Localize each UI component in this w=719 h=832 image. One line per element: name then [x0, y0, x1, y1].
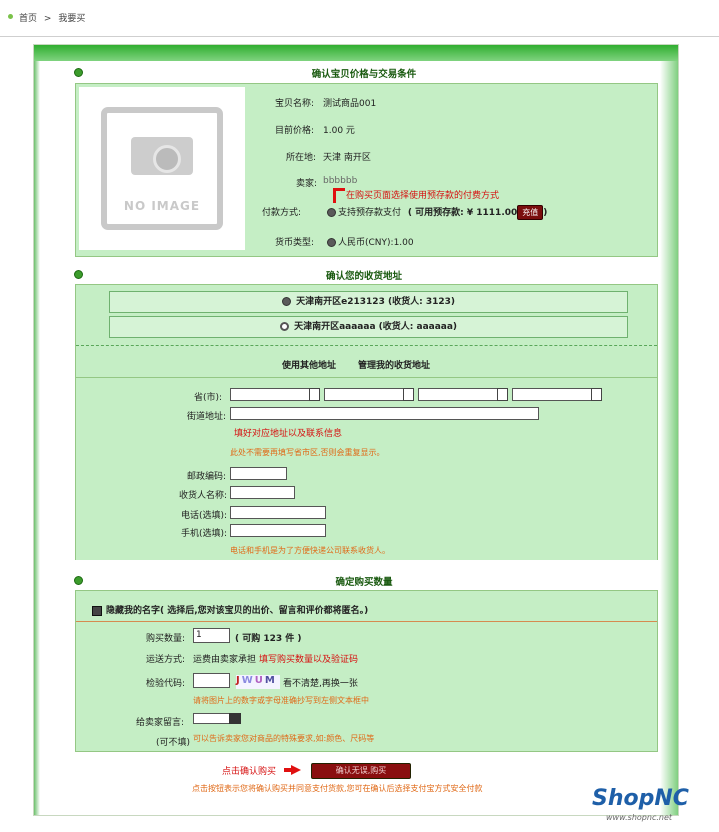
- breadcrumb-home-link[interactable]: 首页: [19, 14, 37, 24]
- confirm-purchase-button[interactable]: 确认无误,购买: [311, 763, 411, 779]
- city-select[interactable]: [324, 388, 414, 401]
- currency-value: 人民币(CNY):1.00: [338, 238, 414, 248]
- payment-hint-arrow-icon: [333, 188, 345, 203]
- province-label: 省(市):: [194, 393, 223, 403]
- currency-label: 货币类型:: [275, 238, 315, 248]
- quantity-hint: 填写购买数量以及验证码: [259, 655, 359, 665]
- section-item-title: 确认宝贝价格与交易条件: [72, 64, 656, 80]
- area-select[interactable]: [512, 388, 602, 401]
- payment-radio[interactable]: [327, 208, 336, 217]
- address-radio[interactable]: [279, 322, 289, 331]
- frame-left-stripe: [34, 61, 40, 815]
- contact-note: 电话和手机是为了方便快递公司联系收货人。: [230, 546, 390, 555]
- address-option-1[interactable]: 天津南开区e213123 (收货人: 3123): [109, 291, 628, 313]
- address-form: [76, 377, 657, 560]
- captcha-char: W: [241, 675, 255, 686]
- receiver-input[interactable]: [230, 486, 295, 499]
- phone-input[interactable]: [230, 506, 326, 519]
- arrow-right-icon: [284, 765, 301, 775]
- camera-icon: [131, 137, 193, 175]
- seller-label: 卖家:: [296, 179, 318, 189]
- address-option-text: 天津南开区e213123 (收货人: 3123): [296, 297, 455, 307]
- currency-radio[interactable]: [327, 238, 336, 247]
- section-address-title: 确认您的收货地址: [72, 266, 656, 282]
- breadcrumb: 首页 > 我要买: [0, 0, 719, 37]
- other-address-link[interactable]: 使用其他地址: [282, 358, 336, 371]
- receiver-label: 收货人名称:: [179, 491, 228, 501]
- item-thumbnail: NO IMAGE: [79, 87, 245, 250]
- breadcrumb-current: 我要买: [58, 14, 86, 24]
- item-price-value: 1.00 元: [323, 126, 355, 136]
- province-select[interactable]: [230, 388, 320, 401]
- divider: [76, 345, 657, 346]
- address-panel: 天津南开区e213123 (收货人: 3123) 天津南开区aaaaaa (收货…: [75, 284, 658, 560]
- item-name-label: 宝贝名称:: [275, 99, 315, 109]
- anonymous-note: ( 选择后,您对该宝贝的出价、留言和评价都将匿名。): [160, 606, 369, 616]
- payment-hint: 在购买页面选择使用预存款的付费方式: [346, 191, 500, 201]
- captcha-input[interactable]: [193, 673, 230, 688]
- confirm-note: 点击按钮表示您将确认购买并同意支付货款,您可在确认后选择支付宝方式安全付款: [192, 784, 483, 793]
- message-resize-icon: [229, 713, 241, 724]
- captcha-label: 检验代码:: [146, 679, 186, 689]
- message-note: 可以告诉卖家您对商品的特殊要求,如:颜色、尺码等: [193, 734, 375, 743]
- breadcrumb-separator: >: [43, 14, 52, 24]
- seller-value: bbbbbb: [323, 176, 358, 186]
- item-location-label: 所在地:: [286, 153, 317, 163]
- payment-label: 付款方式:: [262, 208, 302, 218]
- address-option-text: 天津南开区aaaaaa (收货人: aaaaaa): [294, 322, 458, 332]
- payment-value: 支持预存款支付: [338, 208, 402, 218]
- phone-label: 电话(选填):: [181, 511, 228, 521]
- captcha-note: 请将图片上的数字或字母准确抄写到左侧文本框中: [193, 696, 369, 705]
- frame-top-bar: [34, 45, 678, 61]
- street-label: 街道地址:: [187, 412, 227, 422]
- mobile-label: 手机(选填):: [181, 529, 228, 539]
- item-name-value: 测试商品001: [323, 99, 377, 109]
- brand-url: www.shopnc.net: [606, 813, 673, 822]
- address-radio-selected[interactable]: [282, 297, 292, 306]
- manage-address-link[interactable]: 管理我的收货地址: [358, 358, 430, 371]
- brand-logo: ShopNC: [592, 786, 689, 811]
- recharge-button[interactable]: 充值: [517, 205, 544, 220]
- captcha-image[interactable]: JWUM: [236, 675, 280, 689]
- street-input[interactable]: [230, 407, 539, 420]
- item-panel: NO IMAGE 宝贝名称: 测试商品001 目前价格: 1.00 元 所在地:…: [75, 83, 658, 257]
- captcha-char: M: [264, 675, 277, 686]
- quantity-label: 购买数量:: [146, 634, 186, 644]
- captcha-char: U: [254, 675, 265, 686]
- section-quantity-title: 确定购买数量: [72, 572, 656, 588]
- item-price-label: 目前价格:: [275, 126, 315, 136]
- divider: [76, 621, 657, 622]
- shipping-value: 运费由卖家承担: [193, 655, 257, 665]
- balance-text: ( 可用预存款: ¥ 1111.00: [407, 208, 518, 218]
- quantity-input[interactable]: 1: [193, 628, 230, 643]
- quantity-panel: 隐藏我的名字( 选择后,您对该宝贝的出价、留言和评价都将匿名。) 购买数量: 1…: [75, 590, 658, 752]
- address-option-2[interactable]: 天津南开区aaaaaa (收货人: aaaaaa): [109, 316, 628, 338]
- no-image-label: NO IMAGE: [123, 199, 201, 213]
- mobile-input[interactable]: [230, 524, 326, 537]
- message-optional: (可不填): [156, 738, 191, 748]
- item-location-value: 天津 南开区: [323, 153, 371, 163]
- fill-hint: 填好对应地址以及联系信息: [234, 429, 343, 439]
- postcode-label: 邮政编码:: [187, 472, 227, 482]
- postcode-input[interactable]: [230, 467, 287, 480]
- breadcrumb-dot-icon: [8, 14, 13, 19]
- message-label: 给卖家留言:: [136, 718, 185, 728]
- district-select[interactable]: [418, 388, 508, 401]
- anonymous-label: 隐藏我的名字: [106, 606, 161, 616]
- captcha-refresh-link[interactable]: 看不清楚,再换一张: [283, 676, 358, 689]
- frame-right-stripe: [660, 61, 678, 815]
- confirm-hint: 点击确认购买: [222, 767, 277, 777]
- shipping-label: 运送方式:: [146, 655, 186, 665]
- anonymous-checkbox[interactable]: [92, 605, 102, 616]
- quantity-available: ( 可购 123 件 ): [235, 634, 302, 644]
- street-note: 此处不需要再填写省市区,否则会重复显示。: [230, 448, 385, 457]
- balance-close: ): [543, 208, 548, 218]
